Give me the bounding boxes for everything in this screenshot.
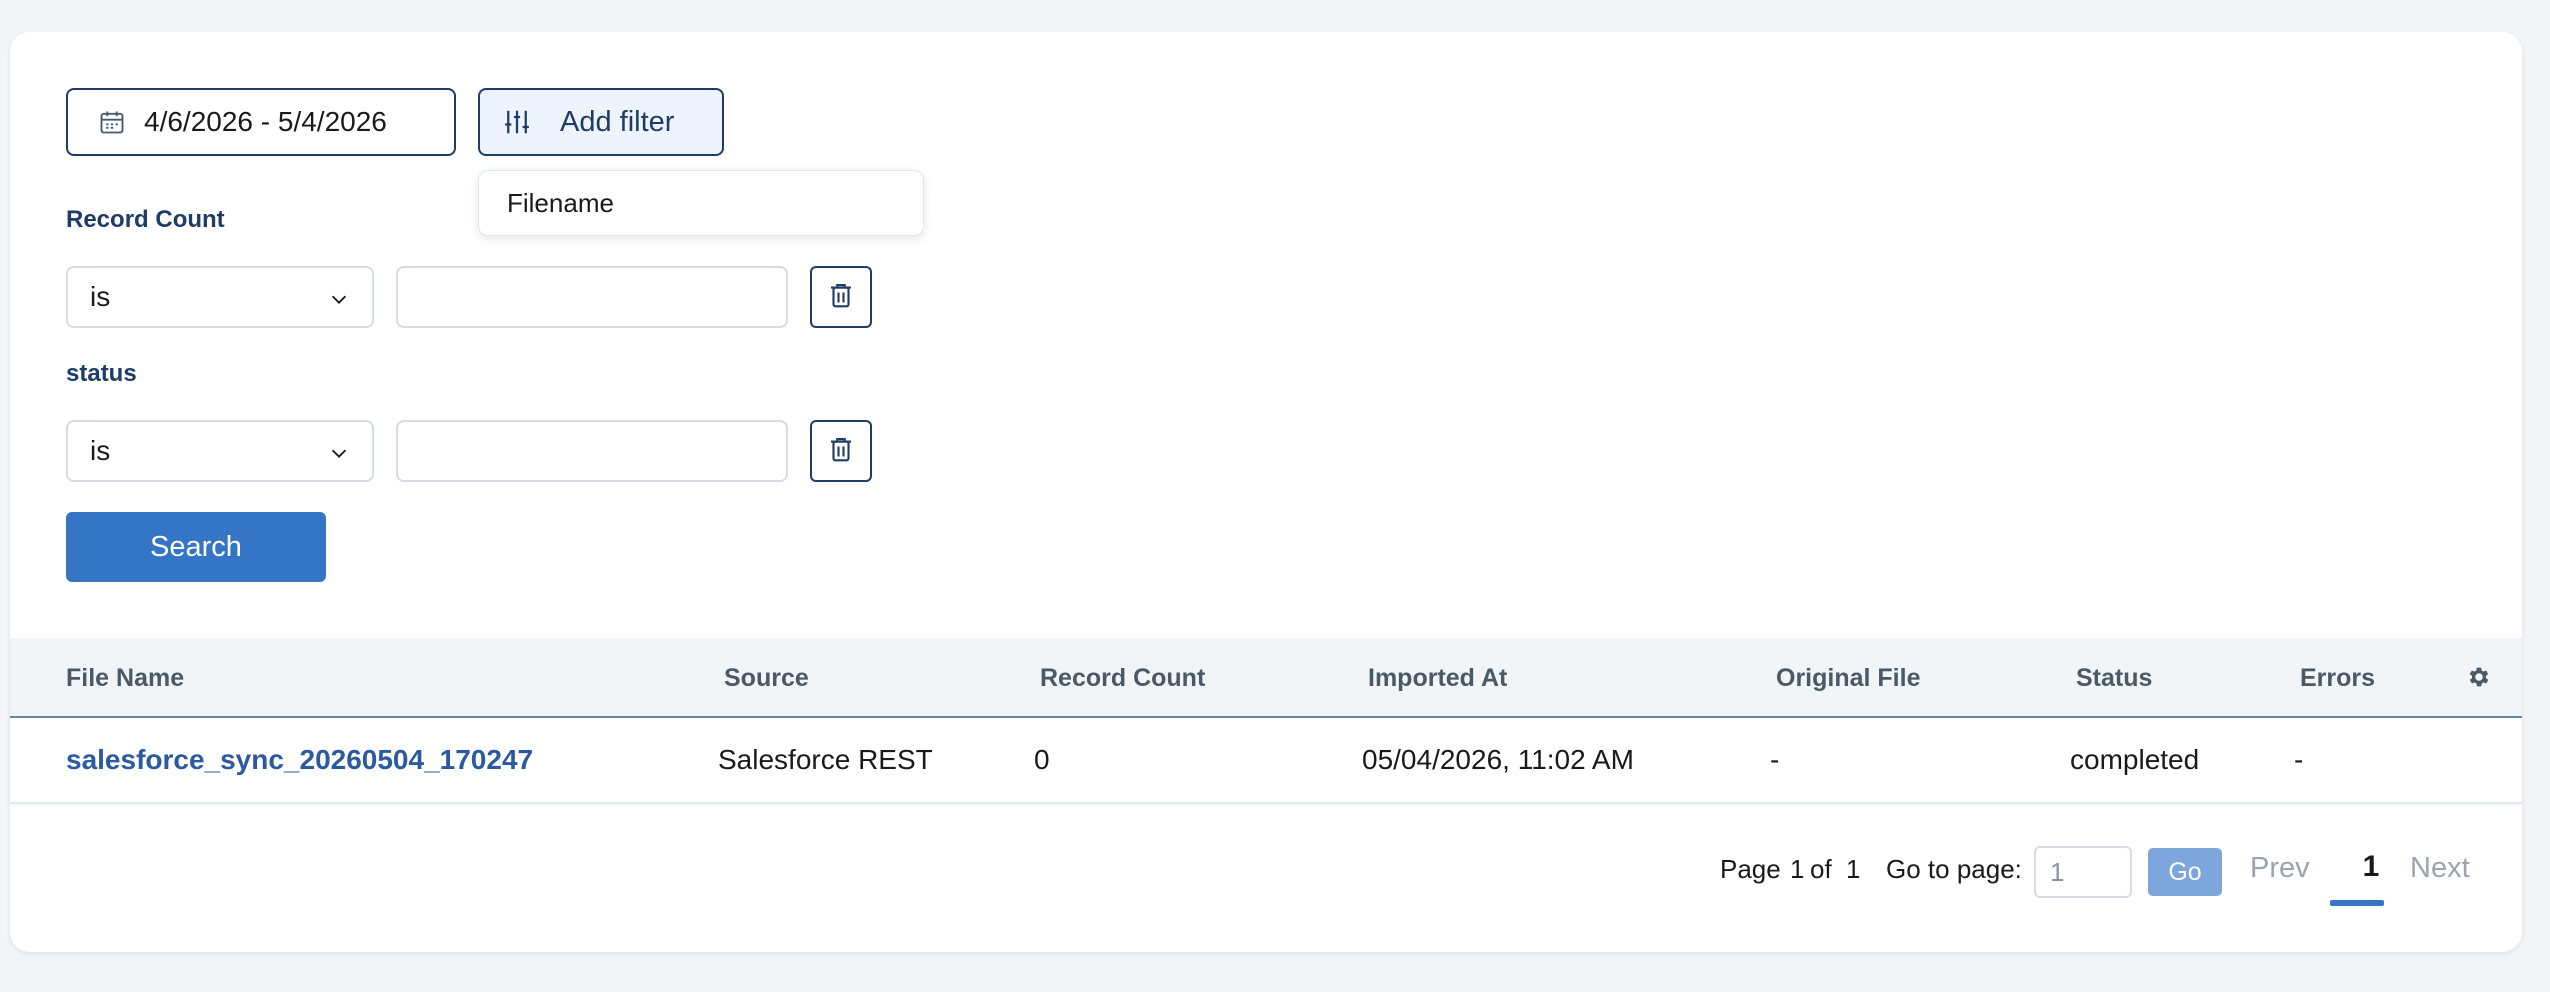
gear-icon[interactable]: [2466, 664, 2492, 690]
active-page-indicator: [2330, 900, 2384, 906]
status-value-input[interactable]: [396, 420, 788, 482]
column-header-record-count[interactable]: Record Count: [1040, 664, 1205, 693]
calendar-icon: [98, 108, 126, 136]
go-to-page-input[interactable]: 1: [2034, 846, 2132, 898]
page-of-label: of: [1810, 854, 1832, 884]
page-label: Page: [1720, 854, 1781, 884]
next-page-button[interactable]: Next: [2410, 852, 2470, 885]
column-header-file-name[interactable]: File Name: [66, 664, 184, 693]
filter-option-label: Filename: [507, 187, 614, 218]
column-header-status[interactable]: Status: [2076, 664, 2152, 693]
select-value: is: [90, 281, 111, 312]
cell-original-file: -: [1770, 744, 1780, 775]
select-value: is: [90, 435, 111, 466]
table-header: File Name Source Record Count Imported A…: [10, 638, 2522, 718]
delete-record-count-filter-button[interactable]: [810, 266, 872, 328]
filter-label-record-count: Record Count: [66, 206, 225, 233]
record-count-operator-select[interactable]: is: [66, 266, 374, 328]
table-row: salesforce_sync_20260504_170247 Salesfor…: [10, 718, 2522, 804]
page-total: 1: [1846, 854, 1861, 884]
file-name-link[interactable]: salesforce_sync_20260504_170247: [66, 744, 533, 776]
search-button[interactable]: Search: [66, 512, 326, 582]
cell-record-count: 0: [1034, 744, 1050, 775]
page-current: 1: [1790, 854, 1805, 884]
main-card: 4/6/2026 - 5/4/2026 Add filter Filename …: [10, 32, 2522, 952]
add-filter-label: Add filter: [560, 105, 675, 138]
filter-label-status: status: [66, 360, 137, 387]
trash-icon: [826, 434, 856, 469]
record-count-value-input[interactable]: [396, 266, 788, 328]
prev-page-button[interactable]: Prev: [2250, 852, 2310, 885]
cell-imported-at: 05/04/2026, 11:02 AM: [1362, 744, 1634, 775]
cell-source: Salesforce REST: [718, 744, 933, 775]
column-header-source[interactable]: Source: [724, 664, 809, 693]
cell-errors: -: [2294, 744, 2304, 775]
trash-icon: [826, 280, 856, 315]
column-header-imported-at[interactable]: Imported At: [1368, 664, 1507, 693]
status-operator-select[interactable]: is: [66, 420, 374, 482]
filter-option-filename[interactable]: Filename: [478, 170, 924, 236]
column-header-errors[interactable]: Errors: [2300, 664, 2375, 693]
date-range-button[interactable]: 4/6/2026 - 5/4/2026: [66, 88, 456, 156]
chevron-down-icon: [328, 288, 350, 310]
column-header-original-file[interactable]: Original File: [1776, 664, 1920, 693]
search-button-label: Search: [150, 530, 242, 563]
add-filter-button[interactable]: Add filter: [478, 88, 724, 156]
date-range-label: 4/6/2026 - 5/4/2026: [144, 106, 387, 137]
delete-status-filter-button[interactable]: [810, 420, 872, 482]
go-to-page-label: Go to page:: [1886, 854, 2022, 884]
cell-status: completed: [2070, 744, 2200, 775]
chevron-down-icon: [328, 442, 350, 464]
sliders-icon: [502, 107, 532, 137]
page-button-current[interactable]: 1: [2346, 850, 2396, 884]
go-button[interactable]: Go: [2148, 848, 2222, 896]
